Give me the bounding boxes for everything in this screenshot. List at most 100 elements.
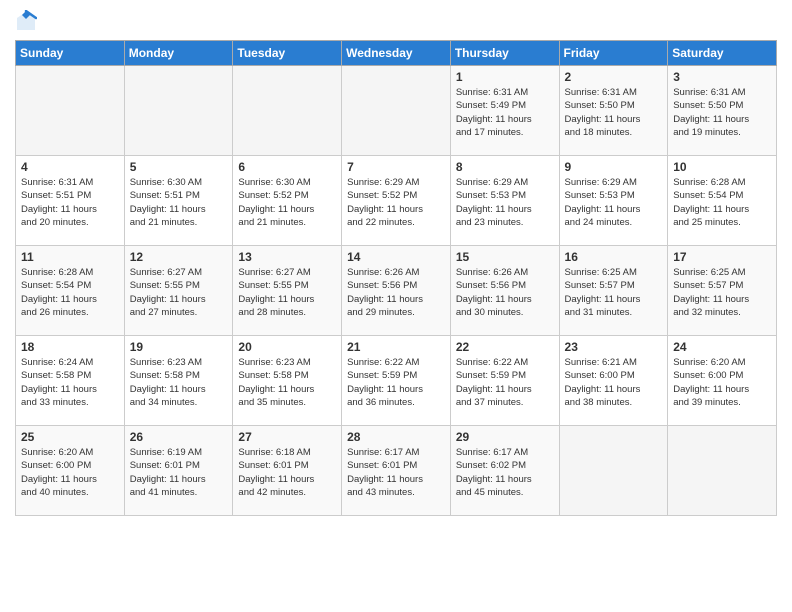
day-info: Sunrise: 6:31 AM Sunset: 5:50 PM Dayligh… (565, 86, 663, 139)
day-number: 12 (130, 250, 228, 264)
day-number: 15 (456, 250, 554, 264)
calendar-cell: 12 Sunrise: 6:27 AM Sunset: 5:55 PM Dayli… (124, 246, 233, 336)
day-number: 24 (673, 340, 771, 354)
day-number: 22 (456, 340, 554, 354)
day-info: Sunrise: 6:30 AM Sunset: 5:51 PM Dayligh… (130, 176, 228, 229)
weekday-header-tuesday: Tuesday (233, 41, 342, 66)
day-number: 3 (673, 70, 771, 84)
day-info: Sunrise: 6:23 AM Sunset: 5:58 PM Dayligh… (238, 356, 336, 409)
day-info: Sunrise: 6:31 AM Sunset: 5:50 PM Dayligh… (673, 86, 771, 139)
day-info: Sunrise: 6:18 AM Sunset: 6:01 PM Dayligh… (238, 446, 336, 499)
day-info: Sunrise: 6:22 AM Sunset: 5:59 PM Dayligh… (456, 356, 554, 409)
day-info: Sunrise: 6:29 AM Sunset: 5:52 PM Dayligh… (347, 176, 445, 229)
day-info: Sunrise: 6:30 AM Sunset: 5:52 PM Dayligh… (238, 176, 336, 229)
logo-icon (15, 10, 37, 32)
day-number: 13 (238, 250, 336, 264)
day-number: 14 (347, 250, 445, 264)
day-number: 9 (565, 160, 663, 174)
calendar-table: SundayMondayTuesdayWednesdayThursdayFrid… (15, 40, 777, 516)
day-number: 27 (238, 430, 336, 444)
day-info: Sunrise: 6:26 AM Sunset: 5:56 PM Dayligh… (456, 266, 554, 319)
day-number: 21 (347, 340, 445, 354)
day-info: Sunrise: 6:21 AM Sunset: 6:00 PM Dayligh… (565, 356, 663, 409)
weekday-header-monday: Monday (124, 41, 233, 66)
day-number: 25 (21, 430, 119, 444)
day-info: Sunrise: 6:22 AM Sunset: 5:59 PM Dayligh… (347, 356, 445, 409)
day-number: 20 (238, 340, 336, 354)
day-info: Sunrise: 6:20 AM Sunset: 6:00 PM Dayligh… (21, 446, 119, 499)
day-number: 6 (238, 160, 336, 174)
day-info: Sunrise: 6:27 AM Sunset: 5:55 PM Dayligh… (238, 266, 336, 319)
calendar-week-row: 18 Sunrise: 6:24 AM Sunset: 5:58 PM Dayli… (16, 336, 777, 426)
logo (15, 10, 41, 32)
calendar-cell: 13 Sunrise: 6:27 AM Sunset: 5:55 PM Dayli… (233, 246, 342, 336)
weekday-header-row: SundayMondayTuesdayWednesdayThursdayFrid… (16, 41, 777, 66)
day-info: Sunrise: 6:19 AM Sunset: 6:01 PM Dayligh… (130, 446, 228, 499)
day-info: Sunrise: 6:26 AM Sunset: 5:56 PM Dayligh… (347, 266, 445, 319)
day-number: 11 (21, 250, 119, 264)
day-info: Sunrise: 6:31 AM Sunset: 5:51 PM Dayligh… (21, 176, 119, 229)
calendar-cell (16, 66, 125, 156)
calendar-cell: 7 Sunrise: 6:29 AM Sunset: 5:52 PM Daylig… (342, 156, 451, 246)
calendar-cell: 3 Sunrise: 6:31 AM Sunset: 5:50 PM Daylig… (668, 66, 777, 156)
day-info: Sunrise: 6:27 AM Sunset: 5:55 PM Dayligh… (130, 266, 228, 319)
calendar-cell: 15 Sunrise: 6:26 AM Sunset: 5:56 PM Dayli… (450, 246, 559, 336)
calendar-cell: 28Sunrise: 6:17 AM Sunset: 6:01 PM Dayli… (342, 426, 451, 516)
day-number: 26 (130, 430, 228, 444)
calendar-cell: 2 Sunrise: 6:31 AM Sunset: 5:50 PM Daylig… (559, 66, 668, 156)
day-info: Sunrise: 6:25 AM Sunset: 5:57 PM Dayligh… (673, 266, 771, 319)
day-info: Sunrise: 6:23 AM Sunset: 5:58 PM Dayligh… (130, 356, 228, 409)
calendar-cell: 26 Sunrise: 6:19 AM Sunset: 6:01 PM Dayli… (124, 426, 233, 516)
weekday-header-saturday: Saturday (668, 41, 777, 66)
day-info: Sunrise: 6:28 AM Sunset: 5:54 PM Dayligh… (21, 266, 119, 319)
calendar-cell: 10 Sunrise: 6:28 AM Sunset: 5:54 PM Dayli… (668, 156, 777, 246)
day-number: 4 (21, 160, 119, 174)
calendar-cell: 22 Sunrise: 6:22 AM Sunset: 5:59 PM Dayli… (450, 336, 559, 426)
day-number: 7 (347, 160, 445, 174)
calendar-cell (559, 426, 668, 516)
calendar-cell: 29Sunrise: 6:17 AM Sunset: 6:02 PM Dayli… (450, 426, 559, 516)
day-number: 23 (565, 340, 663, 354)
day-number: 2 (565, 70, 663, 84)
calendar-cell: 25 Sunrise: 6:20 AM Sunset: 6:00 PM Dayli… (16, 426, 125, 516)
day-number: 8 (456, 160, 554, 174)
calendar-cell: 19 Sunrise: 6:23 AM Sunset: 5:58 PM Dayli… (124, 336, 233, 426)
calendar-cell: 17 Sunrise: 6:25 AM Sunset: 5:57 PM Dayli… (668, 246, 777, 336)
calendar-cell: 8Sunrise: 6:29 AM Sunset: 5:53 PM Daylig… (450, 156, 559, 246)
calendar-cell: 23 Sunrise: 6:21 AM Sunset: 6:00 PM Dayli… (559, 336, 668, 426)
day-number: 29 (456, 430, 554, 444)
day-number: 19 (130, 340, 228, 354)
day-info: Sunrise: 6:31 AM Sunset: 5:49 PM Dayligh… (456, 86, 554, 139)
calendar-cell: 5 Sunrise: 6:30 AM Sunset: 5:51 PM Daylig… (124, 156, 233, 246)
calendar-cell: 11 Sunrise: 6:28 AM Sunset: 5:54 PM Dayli… (16, 246, 125, 336)
weekday-header-thursday: Thursday (450, 41, 559, 66)
day-number: 10 (673, 160, 771, 174)
day-number: 5 (130, 160, 228, 174)
day-number: 28 (347, 430, 445, 444)
calendar-week-row: 4 Sunrise: 6:31 AM Sunset: 5:51 PM Daylig… (16, 156, 777, 246)
calendar-cell (668, 426, 777, 516)
day-number: 17 (673, 250, 771, 264)
day-info: Sunrise: 6:25 AM Sunset: 5:57 PM Dayligh… (565, 266, 663, 319)
calendar-cell: 18 Sunrise: 6:24 AM Sunset: 5:58 PM Dayli… (16, 336, 125, 426)
calendar-cell: 6 Sunrise: 6:30 AM Sunset: 5:52 PM Daylig… (233, 156, 342, 246)
calendar-cell: 1 Sunrise: 6:31 AM Sunset: 5:49 PM Daylig… (450, 66, 559, 156)
calendar-week-row: 25 Sunrise: 6:20 AM Sunset: 6:00 PM Dayli… (16, 426, 777, 516)
weekday-header-friday: Friday (559, 41, 668, 66)
day-info: Sunrise: 6:24 AM Sunset: 5:58 PM Dayligh… (21, 356, 119, 409)
day-number: 18 (21, 340, 119, 354)
day-number: 16 (565, 250, 663, 264)
calendar-cell (342, 66, 451, 156)
page-header (15, 10, 777, 32)
calendar-cell (233, 66, 342, 156)
calendar-cell: 20 Sunrise: 6:23 AM Sunset: 5:58 PM Dayli… (233, 336, 342, 426)
day-info: Sunrise: 6:29 AM Sunset: 5:53 PM Dayligh… (565, 176, 663, 229)
calendar-cell: 16 Sunrise: 6:25 AM Sunset: 5:57 PM Dayli… (559, 246, 668, 336)
day-info: Sunrise: 6:28 AM Sunset: 5:54 PM Dayligh… (673, 176, 771, 229)
calendar-week-row: 1 Sunrise: 6:31 AM Sunset: 5:49 PM Daylig… (16, 66, 777, 156)
calendar-cell: 24 Sunrise: 6:20 AM Sunset: 6:00 PM Dayli… (668, 336, 777, 426)
day-number: 1 (456, 70, 554, 84)
day-info: Sunrise: 6:20 AM Sunset: 6:00 PM Dayligh… (673, 356, 771, 409)
calendar-cell: 21 Sunrise: 6:22 AM Sunset: 5:59 PM Dayli… (342, 336, 451, 426)
calendar-cell: 4 Sunrise: 6:31 AM Sunset: 5:51 PM Daylig… (16, 156, 125, 246)
